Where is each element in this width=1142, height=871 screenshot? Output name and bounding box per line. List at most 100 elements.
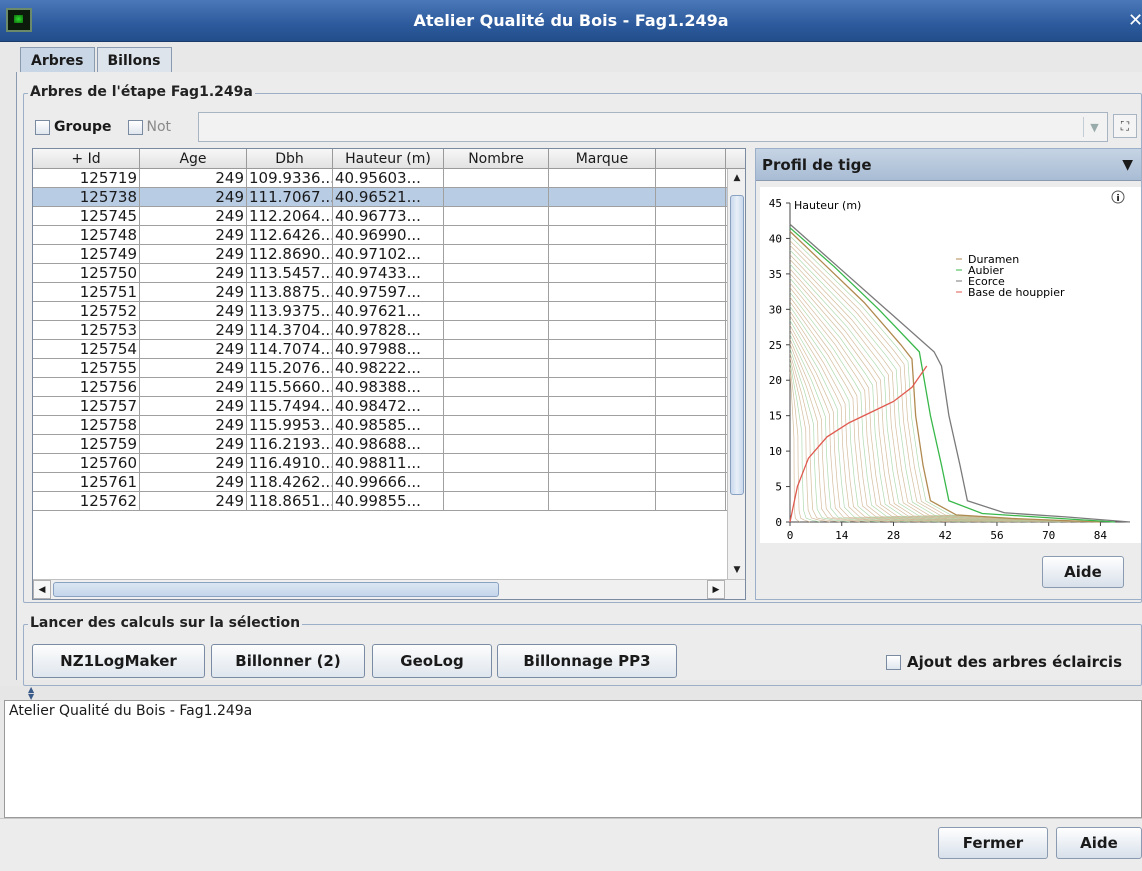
table-row[interactable]: 125762 249 118.8651... 40.99855... [33, 492, 727, 511]
geolog-button[interactable]: GeoLog [372, 644, 492, 678]
tab-bar: Arbres Billons [20, 47, 174, 74]
cell-id: 125748 [33, 226, 140, 244]
not-checkbox[interactable] [127, 119, 143, 135]
groupe-label: Groupe [54, 119, 112, 135]
cell-hauteur: 40.98688... [333, 435, 444, 453]
ring-profile-line [789, 315, 921, 523]
table-row[interactable]: 125750 249 113.5457... 40.97433... [33, 264, 727, 283]
tab-arbres[interactable]: Arbres [20, 47, 95, 74]
table-row[interactable]: 125758 249 115.9953... 40.98585... [33, 416, 727, 435]
cell-marque [549, 226, 656, 244]
cell-extra [656, 207, 726, 225]
scroll-left-icon[interactable]: ◀ [33, 580, 51, 599]
cell-nombre [444, 245, 549, 263]
chart-svg: 0 5 10 15 20 25 30 35 40 45 0 14 28 42 56 70 84 Hauteur (… [769, 190, 1131, 542]
column-header-marque[interactable]: Marque [549, 149, 656, 168]
cell-marque [549, 302, 656, 320]
cell-dbh: 113.5457... [249, 264, 333, 282]
expand-icon[interactable]: ⛶ [1113, 114, 1137, 138]
cell-age: 249 [140, 321, 247, 339]
legend-label: Base de houppier [968, 286, 1065, 299]
column-header-id[interactable]: + Id [33, 149, 140, 168]
not-label: Not [146, 119, 172, 135]
cell-hauteur: 40.97621... [333, 302, 444, 320]
table-row[interactable]: 125759 249 116.2193... 40.98688... [33, 435, 727, 454]
groupe-checkbox[interactable] [35, 119, 50, 135]
column-header-dbh[interactable]: Dbh [247, 149, 333, 168]
table-row[interactable]: 125757 249 115.7494... 40.98472... [33, 397, 727, 416]
table-row[interactable]: 125761 249 118.4262... 40.99666... [33, 473, 727, 492]
chevron-down-icon[interactable]: ▼ [1122, 157, 1133, 173]
ajout-option: Ajout des arbres éclaircis [886, 653, 1122, 671]
cell-hauteur: 40.99855... [333, 492, 444, 510]
ring-profile-line [789, 353, 841, 523]
table-row[interactable]: 125745 249 112.2064... 40.96773... [33, 207, 727, 226]
table-row[interactable]: 125751 249 113.8875... 40.97597... [33, 283, 727, 302]
billonnage-pp3-button[interactable]: Billonnage PP3 [497, 644, 677, 678]
app-logo-icon [6, 8, 32, 32]
cell-id: 125762 [33, 492, 140, 510]
scroll-up-icon[interactable]: ▲ [728, 169, 745, 187]
y-tick-label: 10 [769, 445, 782, 458]
x-tick-label: 28 [887, 529, 900, 542]
cell-id: 125750 [33, 264, 140, 282]
y-tick-label: 5 [775, 481, 782, 494]
fermer-button[interactable]: Fermer [938, 827, 1048, 859]
cell-extra [656, 397, 726, 415]
table-vertical-scrollbar[interactable]: ▲ ▼ [727, 169, 745, 579]
table-row[interactable]: 125756 249 115.5660... 40.98388... [33, 378, 727, 397]
cell-extra [656, 245, 726, 263]
cell-extra [656, 359, 726, 377]
column-header-extra[interactable] [656, 149, 726, 168]
table-row[interactable]: 125752 249 113.9375... 40.97621... [33, 302, 727, 321]
cell-nombre [444, 188, 549, 206]
nz1logmaker-button[interactable]: NZ1LogMaker [32, 644, 205, 678]
cell-hauteur: 40.97988... [333, 340, 444, 358]
cell-marque [549, 264, 656, 282]
scroll-thumb[interactable] [730, 195, 744, 495]
log-text: Atelier Qualité du Bois - Fag1.249a [9, 703, 253, 719]
stem-profile-chart: 0 5 10 15 20 25 30 35 40 45 0 14 28 42 56 70 84 Hauteur (… [760, 187, 1141, 543]
table-horizontal-scrollbar[interactable]: ◀ ▶ [33, 579, 745, 599]
splitter[interactable]: ▲ ▼ [0, 686, 1142, 701]
tab-billons[interactable]: Billons [96, 47, 172, 73]
column-header-hauteur[interactable]: Hauteur (m) [333, 149, 444, 168]
cell-dbh: 118.4262... [249, 473, 333, 491]
cell-age: 249 [140, 473, 247, 491]
table-row[interactable]: 125748 249 112.6426... 40.96990... [33, 226, 727, 245]
close-icon[interactable]: ✕ [1128, 10, 1142, 31]
cell-nombre [444, 321, 549, 339]
column-header-nombre[interactable]: Nombre [444, 149, 549, 168]
footer-aide-button[interactable]: Aide [1056, 827, 1142, 859]
group-select[interactable]: ▼ [198, 112, 1108, 142]
table-row[interactable]: 125749 249 112.8690... 40.97102... [33, 245, 727, 264]
cell-dbh: 112.6426... [249, 226, 333, 244]
cell-extra [656, 283, 726, 301]
table-row[interactable]: 125719 249 109.9336... 40.95603... [33, 169, 727, 188]
cell-id: 125759 [33, 435, 140, 453]
cell-marque [549, 340, 656, 358]
cell-id: 125758 [33, 416, 140, 434]
chart-aide-button[interactable]: Aide [1042, 556, 1124, 588]
scroll-right-icon[interactable]: ▶ [707, 580, 725, 599]
table-row[interactable]: 125754 249 114.7074... 40.97988... [33, 340, 727, 359]
splitter-arrows-icon[interactable]: ▲ ▼ [28, 686, 34, 701]
chevron-down-icon[interactable]: ▼ [1083, 117, 1105, 137]
cell-dbh: 115.7494... [249, 397, 333, 415]
column-header-age[interactable]: Age [140, 149, 247, 168]
ajout-checkbox[interactable] [886, 654, 901, 670]
table-row[interactable]: 125753 249 114.3704... 40.97828... [33, 321, 727, 340]
cell-id: 125751 [33, 283, 140, 301]
scroll-down-icon[interactable]: ▼ [728, 561, 745, 579]
table-row[interactable]: 125738 249 111.7067... 40.96521... [33, 188, 727, 207]
table-row[interactable]: 125755 249 115.2076... 40.98222... [33, 359, 727, 378]
table-row[interactable]: 125760 249 116.4910... 40.98811... [33, 454, 727, 473]
cell-id: 125760 [33, 454, 140, 472]
cell-id: 125719 [33, 169, 140, 187]
billonner-button[interactable]: Billonner (2) [211, 644, 365, 678]
hscroll-thumb[interactable] [53, 582, 499, 597]
chart-type-select[interactable]: Profil de tige ▼ [756, 149, 1141, 181]
cell-id: 125752 [33, 302, 140, 320]
log-area[interactable]: Atelier Qualité du Bois - Fag1.249a [4, 700, 1142, 818]
cell-extra [656, 169, 726, 187]
